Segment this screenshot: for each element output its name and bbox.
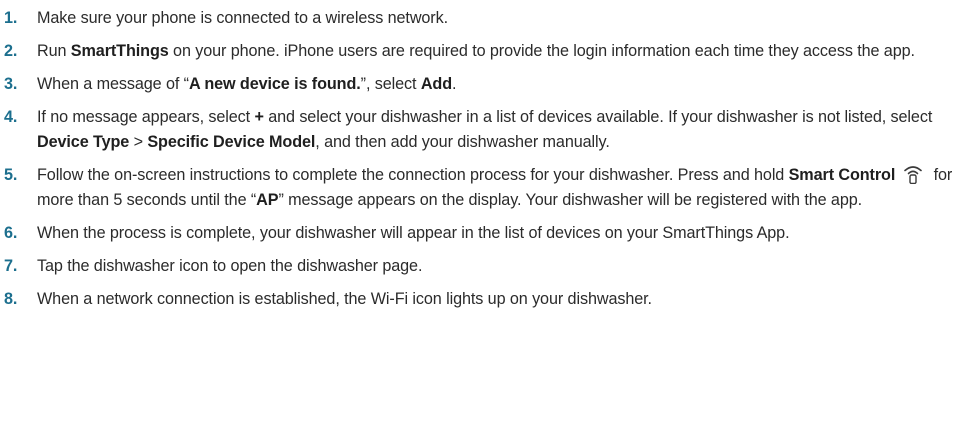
step-6: 6. When the process is complete, your di… <box>0 221 962 246</box>
instruction-steps: 1. Make sure your phone is connected to … <box>0 0 962 311</box>
step-text: and select your dishwasher in a list of … <box>263 108 933 127</box>
step-text: If no message appears, select <box>37 108 255 127</box>
step-text: When the process is complete, your dishw… <box>37 223 790 242</box>
ap-label: AP <box>256 190 279 209</box>
smart-control-wifi-icon <box>901 164 925 185</box>
step-2: 2. Run SmartThings on your phone. iPhone… <box>0 39 962 64</box>
step-text: > <box>129 132 148 151</box>
step-text: When a message of “ <box>37 75 189 94</box>
add-label: Add <box>420 75 452 94</box>
step-number: 4. <box>4 108 18 127</box>
step-3: 3. When a message of “A new device is fo… <box>0 72 962 97</box>
step-text: . <box>452 75 457 94</box>
step-text: on your phone. iPhone users are required… <box>168 42 915 61</box>
step-number: 2. <box>4 42 18 61</box>
step-8: 8. When a network connection is establis… <box>0 287 962 312</box>
step-text: ” message appears on the display. Your d… <box>278 190 863 209</box>
step-text: Follow the on-screen instructions to com… <box>37 165 789 184</box>
app-name: SmartThings <box>70 42 169 61</box>
step-5: 5. Follow the on-screen instructions to … <box>0 163 962 212</box>
step-text: Make sure your phone is connected to a w… <box>37 9 448 27</box>
device-type-label: Device Type <box>37 132 130 151</box>
step-number: 7. <box>4 256 18 275</box>
step-text: When a network connection is established… <box>37 289 652 308</box>
step-text: , and then add your dishwasher manually. <box>315 132 610 151</box>
step-number: 5. <box>4 165 18 184</box>
step-number: 1. <box>4 9 18 27</box>
step-number: 3. <box>4 75 18 94</box>
step-text: Tap the dishwasher icon to open the dish… <box>37 256 423 275</box>
plus-label: + <box>254 108 264 127</box>
smart-control-label: Smart Control <box>788 165 896 184</box>
step-number: 6. <box>4 223 18 242</box>
message-text: A new device is found. <box>188 75 361 94</box>
step-7: 7. Tap the dishwasher icon to open the d… <box>0 254 962 279</box>
step-4: 4. If no message appears, select + and s… <box>0 105 962 154</box>
specific-device-model-label: Specific Device Model <box>147 132 316 151</box>
step-text: ”, select <box>360 75 421 94</box>
step-text: Run <box>37 42 71 61</box>
step-1: 1. Make sure your phone is connected to … <box>0 6 962 31</box>
step-number: 8. <box>4 289 18 308</box>
